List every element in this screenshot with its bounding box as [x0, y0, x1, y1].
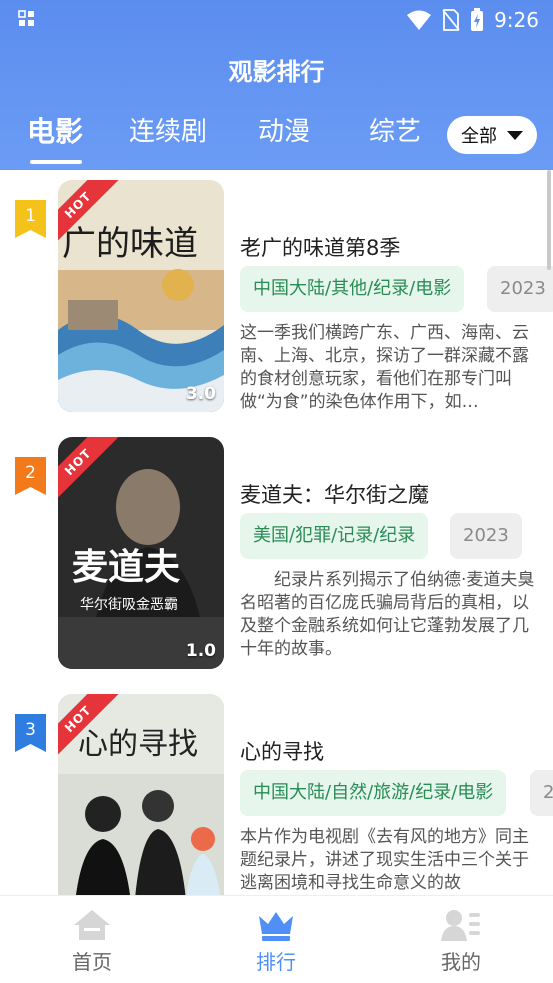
tab-anime[interactable]: 动漫: [258, 112, 310, 156]
item-title[interactable]: 老广的味道第8季: [240, 232, 400, 262]
status-bar: 9:26: [0, 0, 553, 40]
nav-profile[interactable]: 我的: [411, 908, 511, 975]
nav-home[interactable]: 首页: [42, 908, 142, 975]
tab-variety[interactable]: 综艺: [369, 112, 421, 156]
caret-down-icon: [507, 130, 523, 140]
item-title[interactable]: 心的寻找: [240, 736, 324, 766]
tab-series[interactable]: 连续剧: [129, 112, 207, 156]
item-title[interactable]: 麦道夫：华尔街之魔: [240, 479, 429, 509]
year-tag: 2023: [487, 266, 553, 312]
item-description: 本片作为电视剧《去有风的地方》同主题纪录片，讲述了现实生活中三个关于逃离困境和寻…: [240, 827, 529, 893]
rank-number: 3: [25, 720, 36, 740]
active-tab-indicator: [30, 160, 82, 164]
tab-movie[interactable]: 电影: [27, 112, 83, 156]
filter-dropdown[interactable]: 全部: [447, 116, 537, 154]
scrollbar[interactable]: [547, 170, 551, 270]
poster-title-text: 心的寻找: [78, 727, 198, 762]
genre-tag: 中国大陆/自然/旅游/纪录/电影: [240, 770, 507, 816]
ranking-list[interactable]: 1 广的味道 HOT 3.0 老广的味道第8季 中国大陆/其他/纪录/电影 20…: [0, 170, 553, 895]
year-tag: 2023: [450, 513, 522, 559]
sim-icon: [442, 9, 460, 31]
rank-badge: 2: [15, 457, 46, 495]
poster[interactable]: 心的寻找 HOT: [58, 694, 224, 895]
grid-icon: [18, 10, 34, 26]
genre-tag: 美国/犯罪/记录/纪录: [240, 513, 429, 559]
item-description: 这一季我们横跨广东、广西、海南、云南、上海、北京，探访了一群深藏不露的食材创意玩…: [240, 323, 529, 412]
page-title: 观影排行: [228, 58, 325, 86]
rank-badge: 3: [15, 714, 46, 752]
battery-icon: [471, 8, 484, 31]
nav-ranking[interactable]: 排行: [226, 908, 326, 975]
list-item[interactable]: 2 麦道夫 华尔街吸金恶霸 HOT 1.0 麦道夫：华尔街之魔 美国/犯罪/记录…: [0, 437, 553, 677]
crown-icon: [259, 912, 293, 941]
wifi-icon: [407, 10, 432, 30]
poster[interactable]: 麦道夫 华尔街吸金恶霸 HOT 1.0: [58, 437, 224, 669]
item-description: 纪录片系列揭示了伯纳德·麦道夫臭名昭著的百亿庞氏骗局背后的真相，以及整个金融系统…: [240, 570, 535, 659]
year-tag: 2: [530, 770, 553, 816]
rank-badge: 1: [15, 200, 46, 238]
bottom-nav: 首页 排行 我的: [0, 895, 553, 983]
list-item[interactable]: 1 广的味道 HOT 3.0 老广的味道第8季 中国大陆/其他/纪录/电影 20…: [0, 180, 553, 420]
nav-profile-label: 我的: [441, 950, 481, 974]
poster[interactable]: 广的味道 HOT 3.0: [58, 180, 224, 412]
score: 1.0: [185, 641, 216, 661]
list-item[interactable]: 3 心的寻找 HOT 心的寻找 中国大陆/自然/旅游/纪录/电影 2 本片作为电…: [0, 694, 553, 895]
status-time: 9:26: [494, 8, 539, 32]
profile-icon: [441, 910, 480, 941]
score: 3.0: [185, 384, 216, 404]
poster-subtitle-text: 华尔街吸金恶霸: [80, 597, 178, 613]
nav-ranking-label: 排行: [256, 950, 296, 974]
home-icon: [74, 910, 110, 940]
header: 9:26 观影排行 电影 连续剧 动漫 综艺 全部: [0, 0, 553, 170]
filter-label: 全部: [461, 126, 497, 147]
poster-title-text: 麦道夫: [72, 547, 181, 588]
poster-title-text: 广的味道: [62, 224, 198, 264]
genre-tag: 中国大陆/其他/纪录/电影: [240, 266, 465, 312]
rank-number: 2: [25, 463, 36, 483]
rank-number: 1: [25, 206, 36, 226]
nav-home-label: 首页: [72, 950, 112, 974]
